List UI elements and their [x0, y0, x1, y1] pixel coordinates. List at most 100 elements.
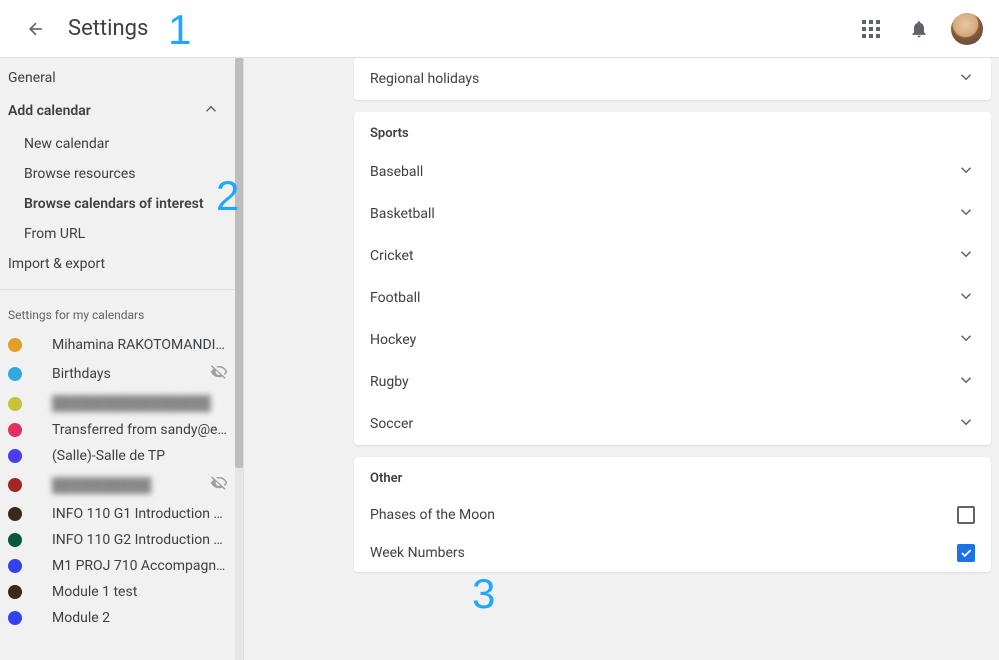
- row-regional-holidays[interactable]: Regional holidays: [354, 58, 991, 100]
- calendar-item[interactable]: Birthdays: [0, 358, 236, 390]
- calendar-item[interactable]: INFO 110 G1 Introduction …: [0, 501, 236, 527]
- sidebar-scrollbar-track[interactable]: [235, 58, 243, 660]
- arrow-left-icon: [26, 19, 46, 39]
- sidebar: General Add calendar New calendar Browse…: [0, 58, 244, 660]
- calendar-color-dot: [8, 423, 22, 437]
- calendar-color-dot: [8, 397, 22, 411]
- card-sports: Sports Baseball Basketball Cricket Football…: [354, 112, 991, 445]
- sidebar-item-browse-resources[interactable]: Browse resources: [0, 159, 236, 189]
- card-title: Sports: [354, 112, 991, 151]
- main-content: Regional holidays Sports Baseball Basketb…: [244, 58, 999, 660]
- page-title: Settings: [68, 16, 148, 41]
- chevron-down-icon: [957, 329, 975, 351]
- checkbox[interactable]: [957, 544, 975, 562]
- nav-label: Add calendar: [8, 103, 91, 119]
- calendar-item[interactable]: Module 1 test: [0, 579, 236, 605]
- nav-label: Browse calendars of interest: [24, 196, 204, 212]
- eye-off-icon: [210, 363, 228, 385]
- sidebar-item-general[interactable]: General: [0, 58, 236, 93]
- chevron-down-icon: [957, 203, 975, 225]
- sidebar-scrollbar-thumb[interactable]: [235, 58, 243, 468]
- calendar-name: INFO 110 G1 Introduction …: [52, 506, 228, 522]
- nav-label: New calendar: [24, 136, 109, 152]
- row-sport[interactable]: Football: [354, 277, 991, 319]
- row-other[interactable]: Week Numbers: [354, 534, 991, 572]
- sidebar-section-label: Settings for my calendars: [0, 300, 236, 332]
- calendar-color-dot: [8, 611, 22, 625]
- notifications-button[interactable]: [899, 9, 939, 49]
- divider: [0, 289, 236, 290]
- eye-off-icon: [210, 474, 228, 496]
- calendar-name: ████████████████: [52, 395, 228, 412]
- sidebar-item-new-calendar[interactable]: New calendar: [0, 129, 236, 159]
- calendar-color-dot: [8, 585, 22, 599]
- card-other: Other Phases of the Moon Week Numbers: [354, 457, 991, 572]
- row-label: Football: [370, 290, 420, 306]
- calendar-name: Birthdays: [52, 366, 206, 382]
- row-label: Rugby: [370, 374, 409, 390]
- row-sport[interactable]: Basketball: [354, 193, 991, 235]
- nav-label: Browse resources: [24, 166, 136, 182]
- calendar-item[interactable]: ██████████: [0, 469, 236, 501]
- row-label: Baseball: [370, 164, 423, 180]
- calendar-name: Module 1 test: [52, 584, 228, 600]
- row-sport[interactable]: Baseball: [354, 151, 991, 193]
- card-title: Other: [354, 457, 991, 496]
- nav-label: From URL: [24, 226, 85, 242]
- calendar-name: Mihamina RAKOTOMANDI…: [52, 337, 228, 353]
- calendar-item[interactable]: Module 2: [0, 605, 236, 631]
- calendar-color-dot: [8, 507, 22, 521]
- row-sport[interactable]: Cricket: [354, 235, 991, 277]
- bell-icon: [909, 19, 929, 39]
- sidebar-item-browse-interest[interactable]: Browse calendars of interest: [0, 189, 236, 219]
- row-other[interactable]: Phases of the Moon: [354, 496, 991, 534]
- calendar-color-dot: [8, 449, 22, 463]
- back-button[interactable]: [16, 9, 56, 49]
- chevron-down-icon: [957, 371, 975, 393]
- calendar-name: M1 PROJ 710 Accompagn…: [52, 558, 228, 574]
- chevron-down-icon: [957, 68, 975, 90]
- calendar-name: (Salle)-Salle de TP: [52, 448, 228, 464]
- chevron-up-icon: [202, 100, 220, 122]
- sidebar-item-import-export[interactable]: Import & export: [0, 249, 236, 279]
- card-regional: Regional holidays: [354, 58, 991, 100]
- chevron-down-icon: [957, 413, 975, 435]
- calendar-color-dot: [8, 478, 22, 492]
- header-bar: Settings: [0, 0, 999, 58]
- row-label: Soccer: [370, 416, 413, 432]
- row-label: Week Numbers: [370, 545, 465, 561]
- chevron-down-icon: [957, 245, 975, 267]
- nav-label: General: [8, 70, 56, 86]
- calendar-name: INFO 110 G2 Introduction …: [52, 532, 228, 548]
- calendar-name: Transferred from sandy@e…: [52, 422, 228, 438]
- row-label: Hockey: [370, 332, 416, 348]
- sidebar-item-from-url[interactable]: From URL: [0, 219, 236, 249]
- row-label: Cricket: [370, 248, 414, 264]
- apps-grid-icon: [862, 20, 880, 38]
- row-sport[interactable]: Soccer: [354, 403, 991, 445]
- calendar-name: Module 2: [52, 610, 228, 626]
- checkbox[interactable]: [957, 506, 975, 524]
- calendar-item[interactable]: Transferred from sandy@e…: [0, 417, 236, 443]
- sidebar-item-add-calendar[interactable]: Add calendar: [0, 93, 236, 129]
- nav-label: Import & export: [8, 256, 105, 272]
- calendar-color-dot: [8, 559, 22, 573]
- calendar-color-dot: [8, 338, 22, 352]
- row-label: Phases of the Moon: [370, 507, 495, 523]
- row-sport[interactable]: Rugby: [354, 361, 991, 403]
- apps-grid-button[interactable]: [851, 9, 891, 49]
- calendar-color-dot: [8, 533, 22, 547]
- calendar-item[interactable]: (Salle)-Salle de TP: [0, 443, 236, 469]
- row-label: Regional holidays: [370, 71, 479, 87]
- row-label: Basketball: [370, 206, 435, 222]
- row-sport[interactable]: Hockey: [354, 319, 991, 361]
- calendar-name: ██████████: [52, 477, 206, 494]
- calendar-color-dot: [8, 367, 22, 381]
- chevron-down-icon: [957, 161, 975, 183]
- avatar[interactable]: [951, 13, 983, 45]
- calendar-item[interactable]: M1 PROJ 710 Accompagn…: [0, 553, 236, 579]
- calendar-item[interactable]: ████████████████: [0, 390, 236, 417]
- chevron-down-icon: [957, 287, 975, 309]
- calendar-item[interactable]: Mihamina RAKOTOMANDI…: [0, 332, 236, 358]
- calendar-item[interactable]: INFO 110 G2 Introduction …: [0, 527, 236, 553]
